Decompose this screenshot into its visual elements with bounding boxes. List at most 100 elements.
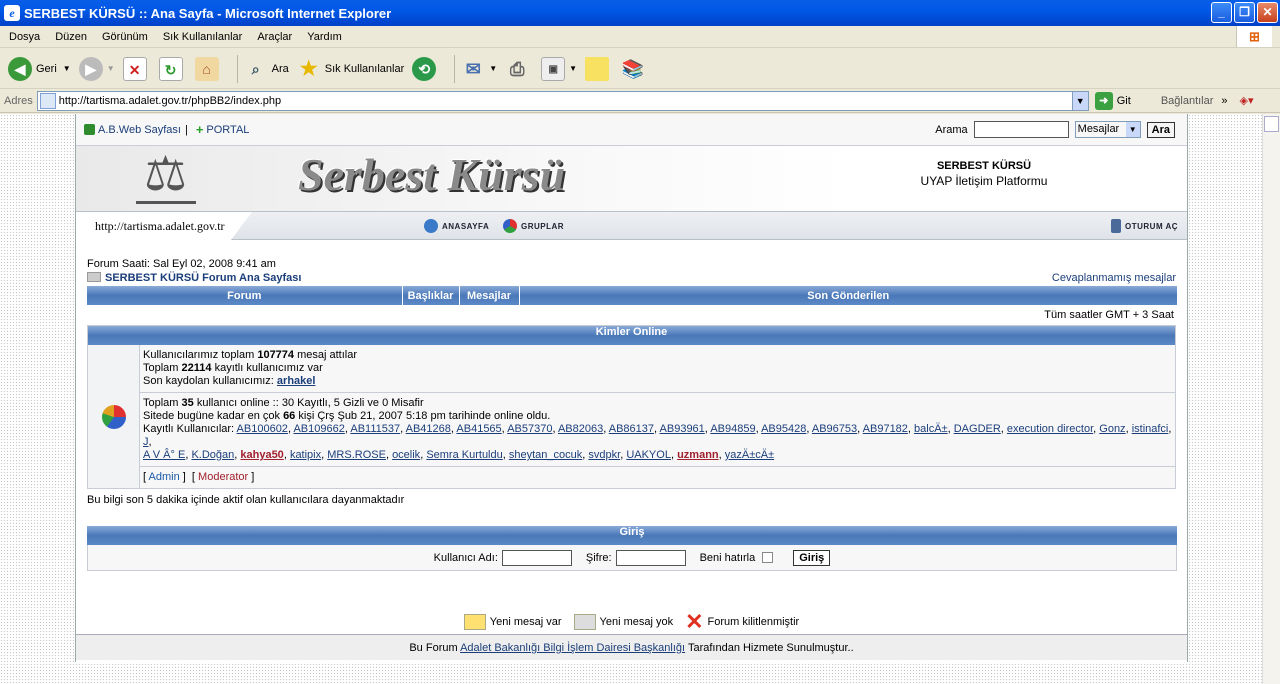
minimize-button[interactable]: _ bbox=[1211, 2, 1232, 23]
nav-home[interactable]: ANASAYFA bbox=[424, 219, 489, 233]
timezone-note: Tüm saatler GMT + 3 Saat bbox=[1044, 309, 1174, 321]
breadcrumb: SERBEST KÜRSÜ Forum Ana Sayfası Cevaplan… bbox=[87, 272, 1176, 284]
user-link[interactable]: katipix bbox=[290, 449, 321, 461]
banner: Serbest Kürsü SERBEST KÜRSÜ UYAP İletişi… bbox=[76, 146, 1187, 212]
print-button[interactable]: ⎙ bbox=[505, 57, 533, 81]
online-block: Toplam 35 kullanıcı online :: 30 Kayıtlı… bbox=[140, 393, 1175, 467]
user-link[interactable]: balcÄ± bbox=[914, 423, 948, 435]
nav-groups[interactable]: GRUPLAR bbox=[503, 219, 564, 233]
user-link[interactable]: AB97182 bbox=[863, 423, 908, 435]
forward-button[interactable]: ▶ ▼ bbox=[78, 56, 115, 81]
vertical-scrollbar[interactable] bbox=[1262, 114, 1280, 684]
printer-icon: ⎙ bbox=[509, 58, 525, 79]
search-button[interactable]: Ara bbox=[1146, 121, 1175, 138]
user-link[interactable]: DAGDER bbox=[954, 423, 1001, 435]
folder-legend: Yeni mesaj var Yeni mesaj yok ✕ Forum kil… bbox=[87, 609, 1176, 635]
index-link[interactable]: SERBEST KÜRSÜ Forum Ana Sayfası bbox=[105, 272, 301, 284]
user-link[interactable]: kahya50 bbox=[240, 449, 283, 461]
favorites-button[interactable]: ★ Sık Kullanılanlar bbox=[297, 57, 404, 81]
maximize-button[interactable]: ❐ bbox=[1234, 2, 1255, 23]
menu-tools[interactable]: Araçlar bbox=[257, 31, 292, 43]
user-link[interactable]: execution director bbox=[1007, 423, 1093, 435]
close-button[interactable]: ✕ bbox=[1257, 2, 1278, 23]
user-link[interactable]: svdpkr bbox=[588, 449, 620, 461]
password-label: Şifre: bbox=[585, 551, 612, 564]
web-page-link[interactable]: A.B.Web Sayfası bbox=[98, 124, 181, 136]
search-scope-select[interactable]: Mesajlar ▼ bbox=[1074, 121, 1141, 138]
user-link[interactable]: AB93961 bbox=[660, 423, 705, 435]
user-link[interactable]: AB111537 bbox=[350, 423, 400, 435]
mail-button[interactable]: ✉ ▼ bbox=[461, 57, 497, 81]
legend-admin: Admin bbox=[148, 471, 180, 483]
total-users: 22114 bbox=[181, 362, 212, 374]
menu-bar: Dosya Düzen Görünüm Sık Kullanılanlar Ar… bbox=[0, 26, 1280, 48]
search-input[interactable] bbox=[973, 121, 1069, 138]
home-button[interactable]: ⌂ bbox=[194, 56, 223, 81]
history-button[interactable]: ⟲ bbox=[412, 56, 440, 81]
go-arrow-icon: ➜ bbox=[1094, 91, 1113, 110]
page-viewport: A.B.Web Sayfası | + PORTAL Arama Mesajla… bbox=[0, 114, 1262, 684]
user-link[interactable]: MRS.ROSE bbox=[327, 449, 386, 461]
edit-icon: ▣ bbox=[541, 56, 566, 81]
research-button[interactable]: 📚 bbox=[621, 57, 649, 81]
stop-button[interactable]: ✕ bbox=[122, 56, 151, 81]
edit-button[interactable]: ▣ ▼ bbox=[541, 56, 577, 81]
address-input[interactable]: http://tartisma.adalet.gov.tr/phpBB2/ind… bbox=[36, 90, 1089, 111]
username-input[interactable] bbox=[501, 549, 572, 566]
nav-login[interactable]: OTURUM AÇ bbox=[1111, 219, 1178, 233]
user-link[interactable]: K.Doğan bbox=[191, 449, 234, 461]
menu-favorites[interactable]: Sık Kullanılanlar bbox=[163, 31, 243, 43]
user-link[interactable]: istinafci bbox=[1132, 423, 1169, 435]
menu-view[interactable]: Görünüm bbox=[102, 31, 148, 43]
newest-user-link[interactable]: arhakel bbox=[277, 375, 316, 387]
header-posts: Mesajlar bbox=[459, 286, 520, 305]
unanswered-link[interactable]: Cevaplanmamış mesajlar bbox=[1052, 272, 1176, 284]
user-link[interactable]: AB41268 bbox=[406, 423, 451, 435]
user-link[interactable]: J bbox=[143, 436, 149, 448]
discuss-button[interactable] bbox=[585, 56, 613, 81]
user-link[interactable]: AB57370 bbox=[507, 423, 552, 435]
user-link[interactable]: AB94859 bbox=[710, 423, 755, 435]
ie-icon: e bbox=[4, 5, 20, 21]
portal-link[interactable]: PORTAL bbox=[206, 124, 249, 136]
online-icon bbox=[88, 345, 140, 488]
user-link[interactable]: sheytan_cocuk bbox=[509, 449, 582, 461]
user-link[interactable]: UAKYOL bbox=[626, 449, 671, 461]
user-link[interactable]: AB100602 bbox=[237, 423, 288, 435]
login-button[interactable]: Giriş bbox=[793, 549, 831, 566]
user-link[interactable]: AB86137 bbox=[609, 423, 654, 435]
user-link[interactable]: uzmann bbox=[677, 449, 719, 461]
address-bar: Adres http://tartisma.adalet.gov.tr/phpB… bbox=[0, 89, 1280, 113]
search-button[interactable]: ⌕ Ara bbox=[244, 57, 289, 81]
password-input[interactable] bbox=[615, 549, 686, 566]
refresh-button[interactable]: ↻ bbox=[158, 56, 187, 81]
user-link[interactable]: AB95428 bbox=[761, 423, 806, 435]
user-link[interactable]: ocelik bbox=[392, 449, 420, 461]
research-icon: 📚 bbox=[621, 58, 645, 79]
user-link[interactable]: Gonz bbox=[1099, 423, 1125, 435]
go-button[interactable]: ➜ Git bbox=[1094, 91, 1131, 110]
user-link[interactable]: yazÄ±cÄ± bbox=[725, 449, 774, 461]
menu-edit[interactable]: Düzen bbox=[55, 31, 87, 43]
nav-bar: http://tartisma.adalet.gov.tr ANASAYFA G… bbox=[76, 212, 1187, 240]
footer-link[interactable]: Adalet Bakanlığı Bilgi İşlem Dairesi Baş… bbox=[460, 642, 685, 654]
user-link[interactable]: AB82063 bbox=[558, 423, 603, 435]
chevron-icon[interactable]: » bbox=[1221, 95, 1227, 107]
back-button[interactable]: ◀ Geri ▼ bbox=[8, 56, 71, 81]
window-titlebar: e SERBEST KÜRSÜ :: Ana Sayfa - Microsoft… bbox=[0, 0, 1280, 26]
online-note: Bu bilgi son 5 dakika içinde aktif olan … bbox=[87, 494, 405, 506]
menu-help[interactable]: Yardım bbox=[307, 31, 342, 43]
user-link[interactable]: AB41565 bbox=[456, 423, 501, 435]
addon-icon[interactable]: ◈▾ bbox=[1240, 94, 1254, 107]
address-dropdown-icon[interactable]: ▼ bbox=[1071, 91, 1088, 110]
menu-file[interactable]: Dosya bbox=[9, 31, 40, 43]
remember-checkbox[interactable] bbox=[762, 552, 774, 563]
user-link[interactable]: AB96753 bbox=[812, 423, 857, 435]
address-label: Adres bbox=[4, 94, 33, 107]
user-link[interactable]: Semra Kurtuldu bbox=[426, 449, 502, 461]
locked-icon: ✕ bbox=[685, 609, 704, 634]
total-posts: 107774 bbox=[257, 349, 295, 361]
links-button[interactable]: Bağlantılar bbox=[1161, 95, 1214, 107]
user-link[interactable]: AB109662 bbox=[293, 423, 344, 435]
user-link[interactable]: A V Â° E bbox=[143, 449, 185, 461]
